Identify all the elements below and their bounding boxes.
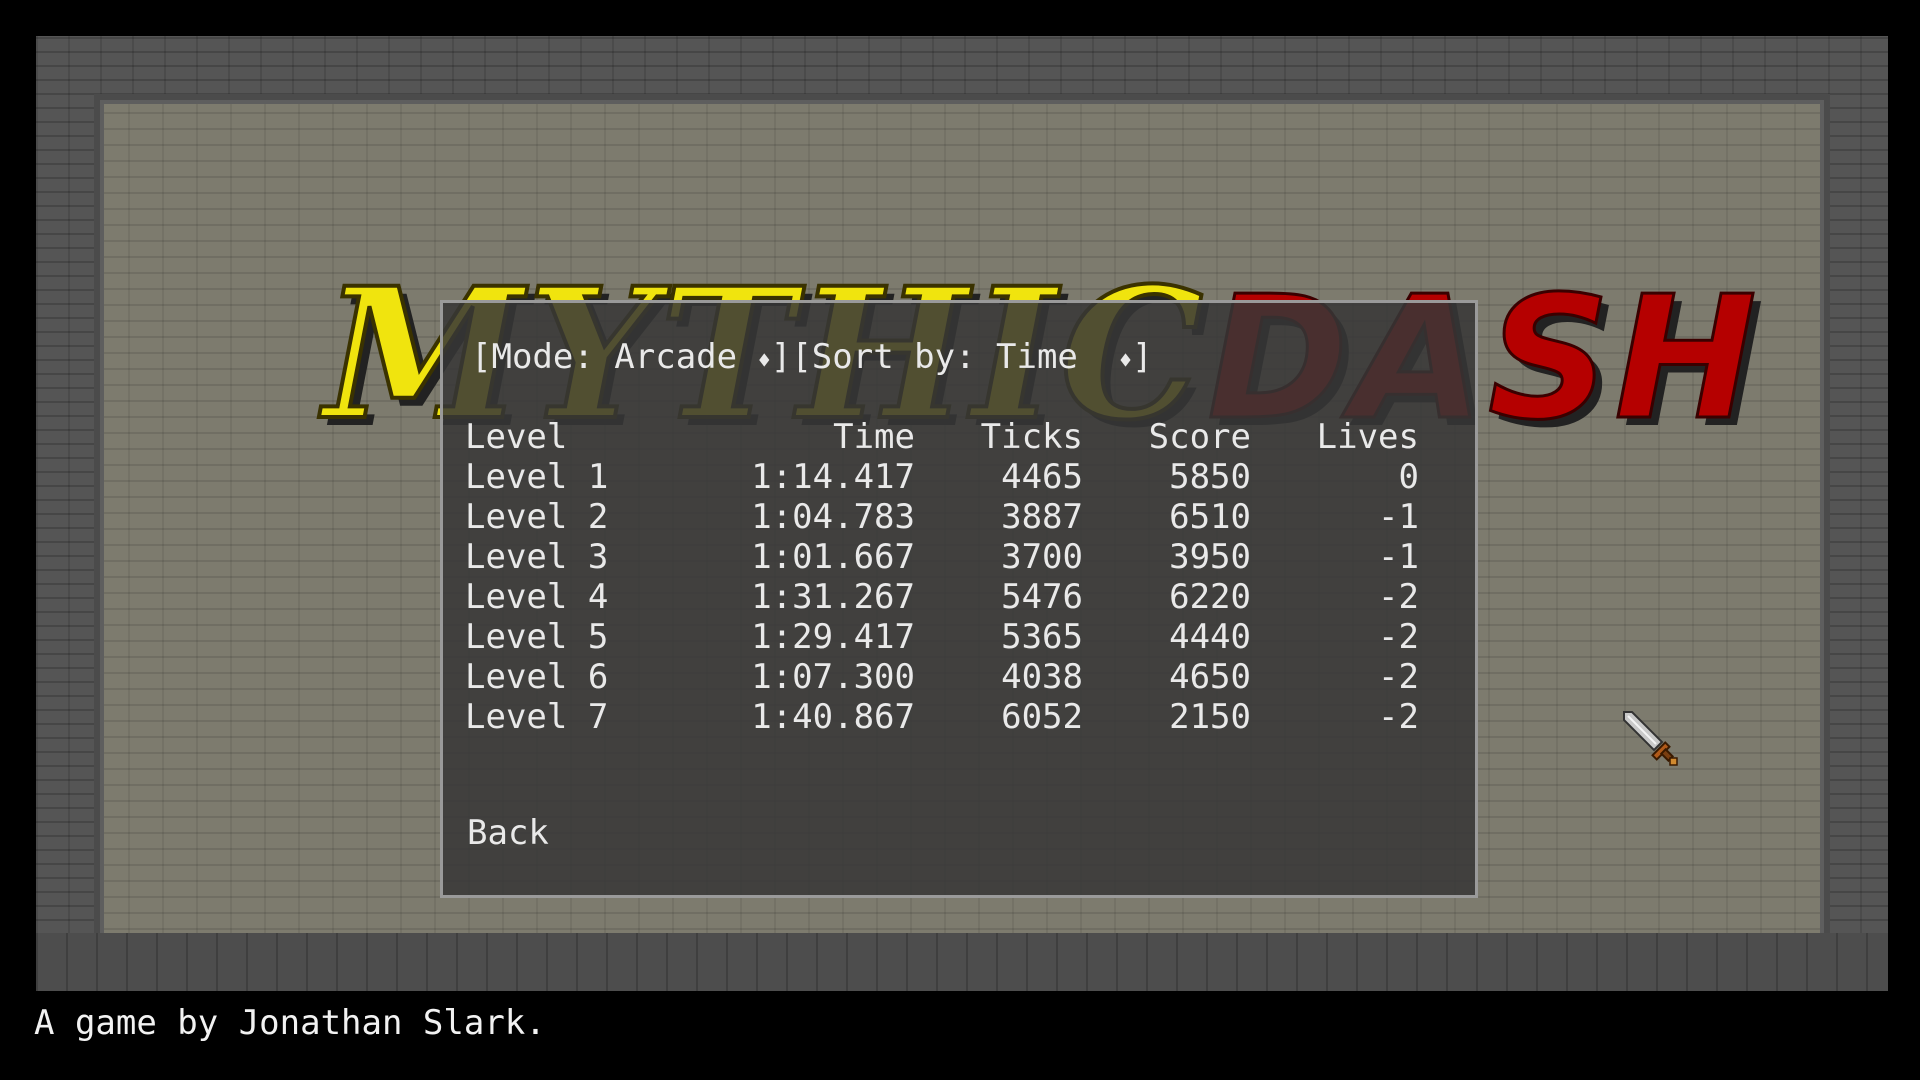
cell-score: 6510 [1169, 497, 1251, 537]
cell-time: 1:01.667 [751, 537, 915, 577]
header-lives: Lives [1316, 417, 1419, 457]
cell-score: 5850 [1169, 457, 1251, 497]
header-score: Score [1148, 417, 1251, 457]
table-row: Level 4 1:31.267 5476 6220 -2 [465, 577, 1419, 617]
cell-lives: 0 [1398, 457, 1419, 497]
sort-selector-label: [Sort by: Time [791, 337, 1119, 377]
header-ticks: Ticks [980, 417, 1083, 457]
cell-score: 4650 [1169, 657, 1251, 697]
scores-table: Level Time Ticks Score Lives Level 1 1:1… [465, 417, 1419, 737]
high-scores-panel: [Mode: Arcade ♦][Sort by: Time ♦] Level … [440, 300, 1478, 898]
cell-ticks: 5365 [1001, 617, 1083, 657]
cell-lives: -1 [1378, 497, 1419, 537]
table-row: Level 2 1:04.783 3887 6510 -1 [465, 497, 1419, 537]
back-button[interactable]: Back [467, 813, 549, 853]
cell-ticks: 4465 [1001, 457, 1083, 497]
cell-level: Level 4 [465, 577, 609, 617]
cell-score: 2150 [1169, 697, 1251, 737]
cell-level: Level 7 [465, 697, 609, 737]
cell-level: Level 2 [465, 497, 609, 537]
table-row: Level 5 1:29.417 5365 4440 -2 [465, 617, 1419, 657]
mode-toggle-icon: ♦ [757, 349, 771, 374]
cell-ticks: 4038 [1001, 657, 1083, 697]
cell-time: 1:40.867 [751, 697, 915, 737]
header-time: Time [833, 417, 915, 457]
cell-ticks: 5476 [1001, 577, 1083, 617]
cell-ticks: 3887 [1001, 497, 1083, 537]
header-level: Level [465, 417, 568, 457]
cell-ticks: 3700 [1001, 537, 1083, 577]
cell-level: Level 3 [465, 537, 609, 577]
cell-time: 1:07.300 [751, 657, 915, 697]
cell-score: 6220 [1169, 577, 1251, 617]
mode-selector[interactable]: [Mode: Arcade ♦] [471, 337, 791, 377]
sort-selector[interactable]: [Sort by: Time ♦] [791, 337, 1152, 377]
sort-toggle-icon: ♦ [1118, 349, 1133, 374]
stone-floor [36, 933, 1888, 991]
table-row: Level 7 1:40.867 6052 2150 -2 [465, 697, 1419, 737]
cell-score: 3950 [1169, 537, 1251, 577]
panel-controls: [Mode: Arcade ♦][Sort by: Time ♦] [471, 337, 1153, 382]
cell-lives: -2 [1378, 617, 1419, 657]
table-row: Level 6 1:07.300 4038 4650 -2 [465, 657, 1419, 697]
cell-lives: -2 [1378, 697, 1419, 737]
cell-level: Level 5 [465, 617, 609, 657]
cell-score: 4440 [1169, 617, 1251, 657]
cell-lives: -2 [1378, 577, 1419, 617]
cell-lives: -1 [1378, 537, 1419, 577]
cell-level: Level 1 [465, 457, 609, 497]
cell-ticks: 6052 [1001, 697, 1083, 737]
table-row: Level 3 1:01.667 3700 3950 -1 [465, 537, 1419, 577]
table-header-row: Level Time Ticks Score Lives [465, 417, 1419, 457]
cell-time: 1:04.783 [751, 497, 915, 537]
cell-time: 1:31.267 [751, 577, 915, 617]
mode-selector-close: ] [770, 337, 792, 377]
cell-level: Level 6 [465, 657, 609, 697]
cell-time: 1:14.417 [751, 457, 915, 497]
cell-time: 1:29.417 [751, 617, 915, 657]
sort-selector-close: ] [1132, 337, 1153, 377]
cell-lives: -2 [1378, 657, 1419, 697]
sword-cursor-icon [1623, 711, 1678, 766]
table-row: Level 1 1:14.417 4465 5850 0 [465, 457, 1419, 497]
mode-selector-label: [Mode: Arcade [471, 337, 758, 377]
credit-text: A game by Jonathan Slark. [34, 1003, 546, 1043]
